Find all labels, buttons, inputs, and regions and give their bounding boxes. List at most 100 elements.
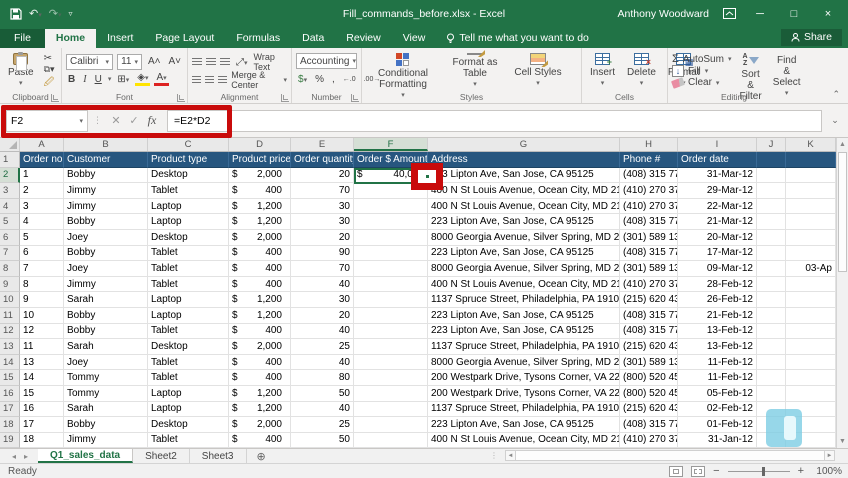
cell-k[interactable] — [786, 214, 836, 230]
cell-product-price[interactable]: $400 — [229, 354, 291, 371]
cell-order-quantity[interactable]: 20 — [291, 229, 354, 246]
redo-icon[interactable]: ↷▾ — [49, 7, 62, 20]
cell-address[interactable]: 223 Lipton Ave, San Jose, CA 95125 — [428, 214, 620, 230]
cell-order-quantity[interactable]: 30 — [291, 292, 354, 308]
cell-product-type[interactable]: Tablet — [148, 432, 229, 448]
cell-order-amount[interactable] — [354, 183, 428, 199]
cell-order-no[interactable]: 18 — [20, 432, 64, 448]
cell-k[interactable] — [786, 292, 836, 308]
cell-k[interactable] — [786, 323, 836, 340]
fill-color-icon[interactable]: ◈▾ — [135, 72, 151, 87]
new-sheet-icon[interactable]: ⊕ — [247, 449, 276, 463]
maximize-button[interactable]: □ — [784, 8, 804, 20]
number-format-select[interactable]: Accounting ▾ — [296, 53, 357, 69]
cell-j[interactable] — [757, 323, 786, 340]
cell-order-date[interactable]: 31-Mar-12 — [678, 167, 757, 184]
cell-phone[interactable]: (215) 620 4300 — [620, 401, 678, 418]
cell-order-no[interactable]: 7 — [20, 261, 64, 277]
tab-file[interactable]: File — [0, 29, 45, 48]
cell-product-type[interactable]: Tablet — [148, 183, 229, 199]
cell-customer[interactable]: Bobby — [64, 167, 148, 184]
cell-j[interactable] — [757, 292, 786, 308]
cell-customer[interactable]: Bobby — [64, 214, 148, 230]
cell-order-quantity[interactable]: 40 — [291, 276, 354, 293]
align-top-icon[interactable] — [192, 57, 202, 67]
cell-phone[interactable]: (800) 520 450 — [620, 385, 678, 402]
cell-customer[interactable]: Jimmy — [64, 432, 148, 448]
cell-product-price[interactable]: $400 — [229, 276, 291, 293]
cell-address[interactable]: 400 N St Louis Avenue, Ocean City, MD 21… — [428, 432, 620, 448]
user-name[interactable]: Anthony Woodward — [618, 8, 709, 20]
scroll-left-icon[interactable]: ◄ — [505, 450, 516, 461]
cell-order-no[interactable]: 6 — [20, 245, 64, 262]
cell-j[interactable] — [757, 385, 786, 402]
cell-product-price[interactable]: $1,200 — [229, 385, 291, 402]
cell-order-date[interactable]: 13-Feb-12 — [678, 339, 757, 355]
cell-address[interactable]: 200 Westpark Drive, Tysons Corner, VA 22… — [428, 370, 620, 386]
find-select-button[interactable]: Find & Select ▾ — [770, 51, 804, 97]
collapse-ribbon-icon[interactable]: ⌃ — [832, 89, 840, 100]
cell-address[interactable]: 1137 Spruce Street, Philadelphia, PA 191… — [428, 292, 620, 308]
autosum-button[interactable]: Σ AutoSum ▾ — [672, 53, 731, 65]
font-name-select[interactable]: Calibri ▾ — [66, 53, 114, 70]
cell-order-quantity[interactable]: 70 — [291, 261, 354, 277]
cell-order-quantity[interactable]: 40 — [291, 401, 354, 418]
save-icon[interactable] — [10, 7, 22, 20]
cell-product-price[interactable]: $1,200 — [229, 198, 291, 215]
cell-phone[interactable]: (408) 315 7747 — [620, 323, 678, 340]
cell-order-amount[interactable] — [354, 214, 428, 230]
cell-order-no[interactable]: 13 — [20, 354, 64, 371]
cell-address[interactable]: 1137 Spruce Street, Philadelphia, PA 191… — [428, 339, 620, 355]
cell-product-type[interactable]: Tablet — [148, 276, 229, 293]
cell-order-quantity[interactable]: 50 — [291, 432, 354, 448]
align-middle-icon[interactable] — [206, 57, 216, 67]
cell-customer[interactable]: Sarah — [64, 339, 148, 355]
cell-order-no[interactable]: 17 — [20, 417, 64, 433]
cell-order-quantity[interactable]: 20 — [291, 307, 354, 324]
cell-j[interactable] — [757, 307, 786, 324]
bold-button[interactable]: B — [66, 74, 77, 85]
cell-product-type[interactable]: Desktop — [148, 417, 229, 433]
cell-order-date[interactable]: 11-Feb-12 — [678, 370, 757, 386]
cell-customer[interactable]: Joey — [64, 229, 148, 246]
row-number-10[interactable]: 10 — [0, 292, 20, 308]
cell-product-price[interactable]: $400 — [229, 370, 291, 386]
cell-k[interactable]: 03-Ap — [786, 261, 836, 277]
fill-button[interactable]: ↓ Fill ▾ — [672, 65, 731, 77]
cell-j[interactable] — [757, 245, 786, 262]
cell-product-price[interactable]: $2,000 — [229, 339, 291, 355]
cell-order-amount[interactable] — [354, 339, 428, 355]
cell-order-amount[interactable] — [354, 276, 428, 293]
cell-order-amount[interactable] — [354, 229, 428, 246]
cell-product-type[interactable]: Tablet — [148, 323, 229, 340]
column-header-D[interactable]: D — [229, 138, 291, 151]
cell-order-date[interactable]: 21-Feb-12 — [678, 307, 757, 324]
row-number-6[interactable]: 6 — [0, 229, 20, 246]
cell-product-type[interactable]: Tablet — [148, 354, 229, 371]
undo-icon[interactable]: ↶▾ — [29, 7, 42, 20]
copy-icon[interactable]: ⧉▾ — [42, 64, 57, 75]
cell-order-amount[interactable] — [354, 385, 428, 402]
cell-phone[interactable]: (800) 520 450 — [620, 370, 678, 386]
scroll-up-icon[interactable]: ▲ — [837, 138, 848, 151]
increase-decimal-icon[interactable]: ←.0 — [341, 76, 358, 83]
sheet-nav-left-icon[interactable]: ◂ — [12, 452, 16, 461]
percent-style-icon[interactable]: % — [313, 74, 326, 85]
cell-order-no[interactable]: 15 — [20, 385, 64, 402]
cell-order-no[interactable]: 16 — [20, 401, 64, 418]
grow-font-icon[interactable]: A˄ — [146, 56, 163, 67]
name-box-dropdown-icon[interactable]: ▾ — [79, 117, 83, 125]
format-as-table-button[interactable]: Format as Table ▾ — [444, 51, 506, 90]
font-dialog-launcher[interactable] — [177, 94, 185, 102]
row-number-8[interactable]: 8 — [0, 261, 20, 277]
row-number-18[interactable]: 18 — [0, 417, 20, 433]
cell-order-date[interactable]: 31-Jan-12 — [678, 432, 757, 448]
cell-product-type[interactable]: Laptop — [148, 401, 229, 418]
cell-order-amount[interactable] — [354, 417, 428, 433]
cell-order-no[interactable]: 5 — [20, 229, 64, 246]
align-bottom-icon[interactable] — [220, 57, 230, 67]
cell-order-date[interactable]: 11-Feb-12 — [678, 354, 757, 371]
cell-k[interactable] — [786, 339, 836, 355]
cell-phone[interactable]: (410) 270 370 — [620, 432, 678, 448]
cell-phone[interactable]: (410) 270 370 — [620, 276, 678, 293]
